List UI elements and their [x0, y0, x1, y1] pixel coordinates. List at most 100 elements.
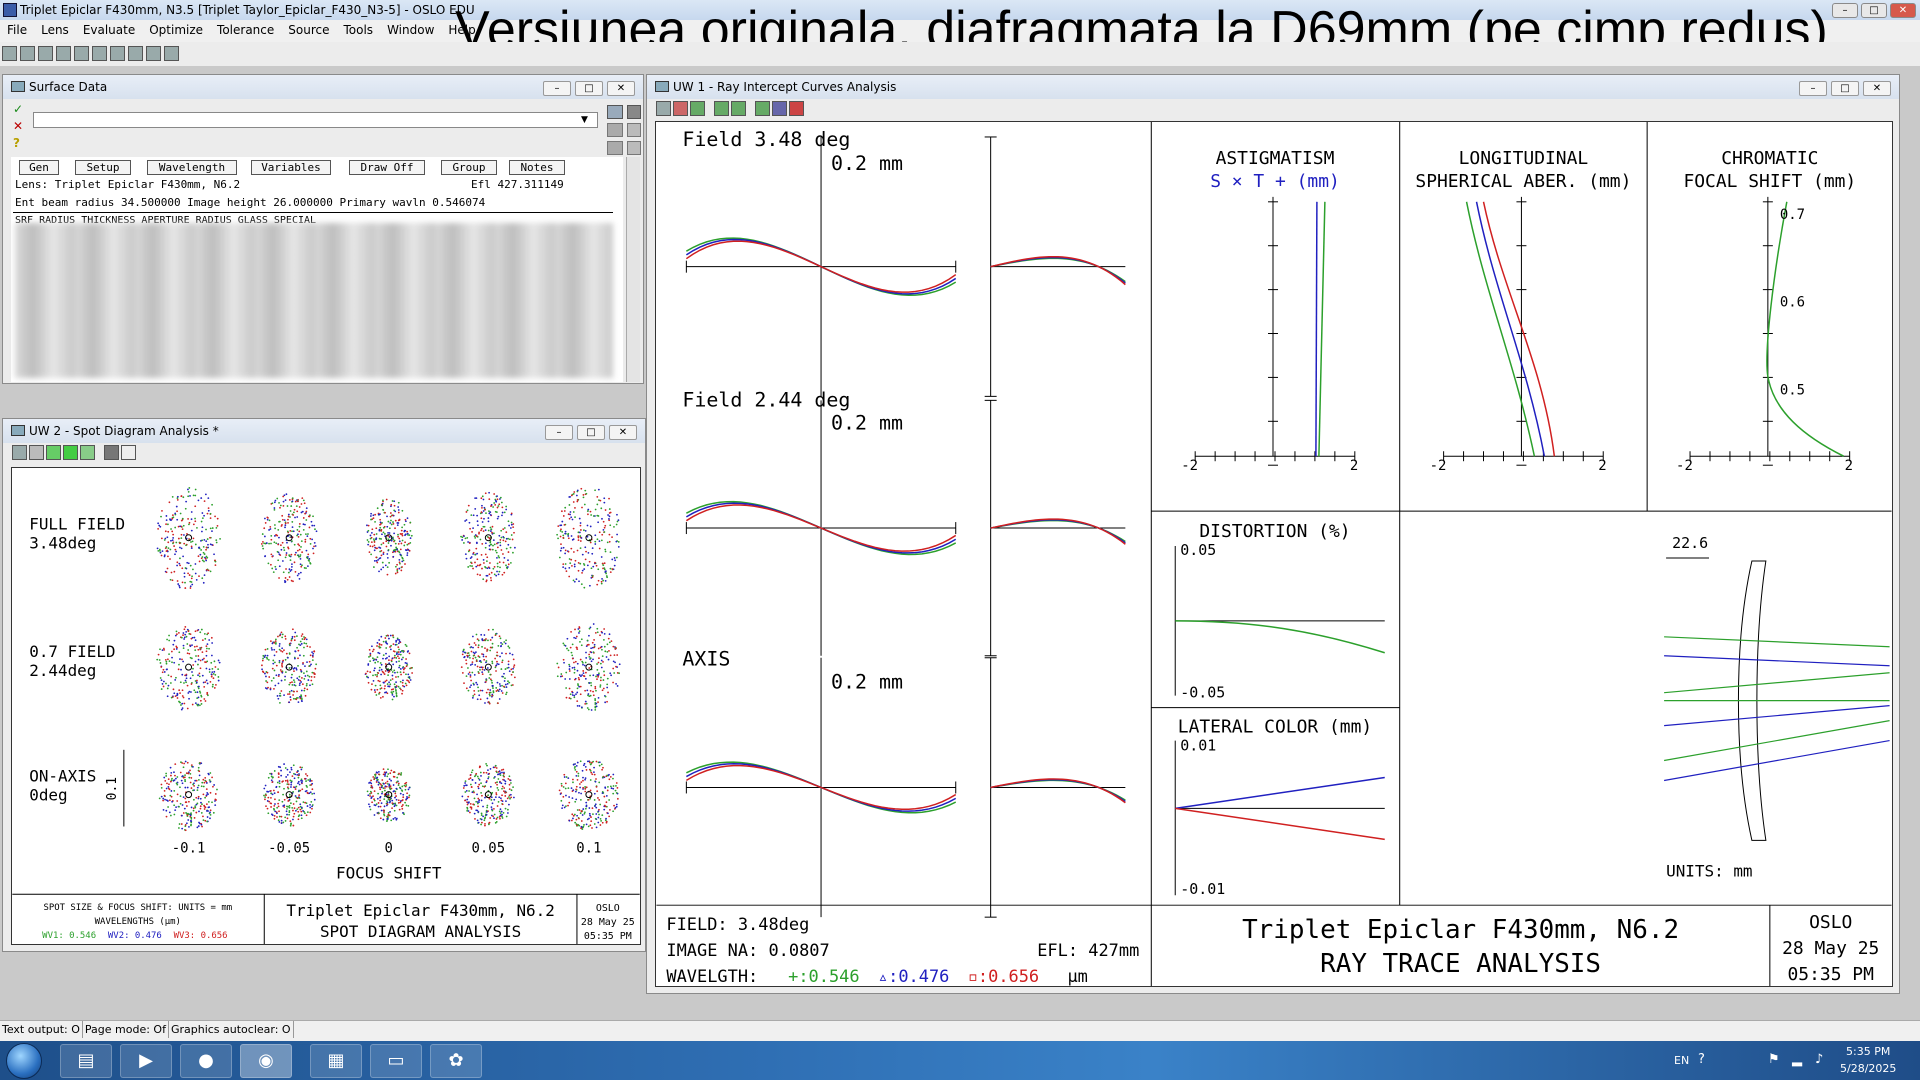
spot-dot	[180, 823, 183, 825]
spot-dot	[207, 800, 210, 803]
image-icon[interactable]	[80, 445, 95, 460]
side-tool-icon[interactable]	[627, 105, 641, 119]
help-tray-icon[interactable]: ?	[1698, 1052, 1705, 1067]
spot-dot	[204, 806, 207, 809]
minimize-button[interactable]: –	[1832, 3, 1858, 18]
ray-fan-icon[interactable]	[714, 101, 729, 116]
minimize-button[interactable]: –	[1799, 81, 1827, 96]
target-icon[interactable]	[29, 445, 44, 460]
ray-fan-icon[interactable]	[673, 101, 688, 116]
settings-icon[interactable]	[110, 46, 125, 61]
setup-button[interactable]: Setup	[75, 160, 131, 175]
paw-app-icon[interactable]: ✿	[430, 1044, 482, 1078]
window-app-icon[interactable]: ▭	[370, 1044, 422, 1078]
dropdown-arrow-icon[interactable]: ▼	[581, 115, 588, 125]
curve-icon[interactable]	[789, 101, 804, 116]
cancel-x-icon[interactable]: ✕	[13, 119, 23, 133]
minimize-button[interactable]: –	[545, 425, 573, 440]
close-button[interactable]: ✕	[1890, 3, 1916, 18]
curve-icon[interactable]	[755, 101, 770, 116]
variables-button[interactable]: Variables	[251, 160, 331, 175]
group-button[interactable]: Group	[441, 160, 497, 175]
gen-button[interactable]: Gen	[19, 160, 59, 175]
side-tool-icon[interactable]	[627, 123, 641, 137]
spot-dot	[463, 784, 466, 787]
side-tool-icon[interactable]	[607, 123, 623, 137]
wavelength-button[interactable]: Wavelength	[147, 160, 237, 175]
volume-tray-icon[interactable]: ♪	[1815, 1052, 1823, 1067]
spot-dot	[476, 819, 479, 822]
clock-date[interactable]: 5/28/2025	[1840, 1062, 1896, 1075]
table-icon[interactable]	[164, 46, 179, 61]
spot-dot	[295, 785, 298, 788]
curve-icon[interactable]	[772, 101, 787, 116]
menu-source[interactable]: Source	[281, 20, 336, 40]
edit-icon[interactable]	[74, 46, 89, 61]
maximize-button[interactable]: □	[577, 425, 605, 440]
spot-dot	[296, 770, 299, 773]
close-button[interactable]: ✕	[1863, 81, 1891, 96]
spreadsheet-icon[interactable]	[92, 46, 107, 61]
vertical-scrollbar[interactable]	[626, 157, 640, 382]
maximize-button[interactable]: □	[575, 81, 603, 96]
spot-dot	[406, 530, 409, 533]
spot-dot	[387, 768, 389, 771]
spot-dot	[596, 538, 599, 541]
firefox-icon[interactable]: ●	[180, 1044, 232, 1078]
clock-time[interactable]: 5:35 PM	[1846, 1045, 1890, 1058]
network-tray-icon[interactable]: ▂	[1792, 1052, 1802, 1067]
wrench-icon[interactable]	[104, 445, 119, 460]
spot-dot	[169, 518, 171, 521]
chrom-tick-label: 0.6	[1780, 295, 1805, 311]
menu-file[interactable]: File	[0, 20, 34, 40]
spot-dot	[582, 494, 585, 496]
side-tool-icon[interactable]	[627, 141, 641, 155]
spot-dot	[470, 771, 473, 774]
draw-off-button[interactable]: Draw Off	[349, 160, 425, 175]
side-tool-icon[interactable]	[607, 141, 623, 155]
close-button[interactable]: ✕	[609, 425, 637, 440]
new-icon[interactable]	[20, 46, 35, 61]
spot-icon[interactable]	[46, 445, 61, 460]
report-icon[interactable]	[146, 46, 161, 61]
spot-dot	[392, 818, 395, 820]
surface-header-row: SRF RADIUS THICKNESS APERTURE RADIUS GLA…	[15, 215, 317, 223]
maximize-button[interactable]: □	[1861, 3, 1887, 18]
spot-dot	[203, 698, 206, 700]
oslo-icon[interactable]: ◉	[240, 1044, 292, 1078]
calculator-icon[interactable]: ▦	[310, 1044, 362, 1078]
ray-fan-icon[interactable]	[690, 101, 705, 116]
window-icon[interactable]	[656, 101, 671, 116]
language-indicator[interactable]: EN	[1674, 1054, 1689, 1067]
menu-evaluate[interactable]: Evaluate	[76, 20, 142, 40]
menu-lens[interactable]: Lens	[34, 20, 76, 40]
window-icon[interactable]	[12, 445, 27, 460]
print-icon[interactable]	[128, 46, 143, 61]
save-icon[interactable]	[56, 46, 71, 61]
page-icon[interactable]	[121, 445, 136, 460]
flag-tray-icon[interactable]: ⚑	[1768, 1052, 1780, 1067]
ray-fan-icon[interactable]	[731, 101, 746, 116]
minimize-button[interactable]: –	[543, 81, 571, 96]
close-button[interactable]: ✕	[607, 81, 635, 96]
window-icon[interactable]	[2, 46, 17, 61]
command-input[interactable]	[33, 112, 598, 128]
menu-window[interactable]: Window	[380, 20, 441, 40]
menu-tools[interactable]: Tools	[337, 20, 381, 40]
menu-tolerance[interactable]: Tolerance	[210, 20, 281, 40]
help-question-icon[interactable]: ?	[13, 136, 20, 150]
accept-check-icon[interactable]: ✓	[13, 102, 23, 116]
media-player-icon[interactable]: ▶	[120, 1044, 172, 1078]
maximize-button[interactable]: □	[1831, 81, 1859, 96]
start-orb-icon[interactable]	[6, 1043, 42, 1079]
spot-dot	[574, 628, 576, 631]
explorer-icon[interactable]: ▤	[60, 1044, 112, 1078]
menu-optimize[interactable]: Optimize	[142, 20, 210, 40]
spot-dot	[466, 806, 469, 809]
spot-dot	[576, 669, 579, 672]
side-tool-icon[interactable]	[607, 105, 623, 119]
notes-button[interactable]: Notes	[509, 160, 565, 175]
open-icon[interactable]	[38, 46, 53, 61]
spot-dot	[383, 789, 386, 792]
spot-icon[interactable]	[63, 445, 78, 460]
